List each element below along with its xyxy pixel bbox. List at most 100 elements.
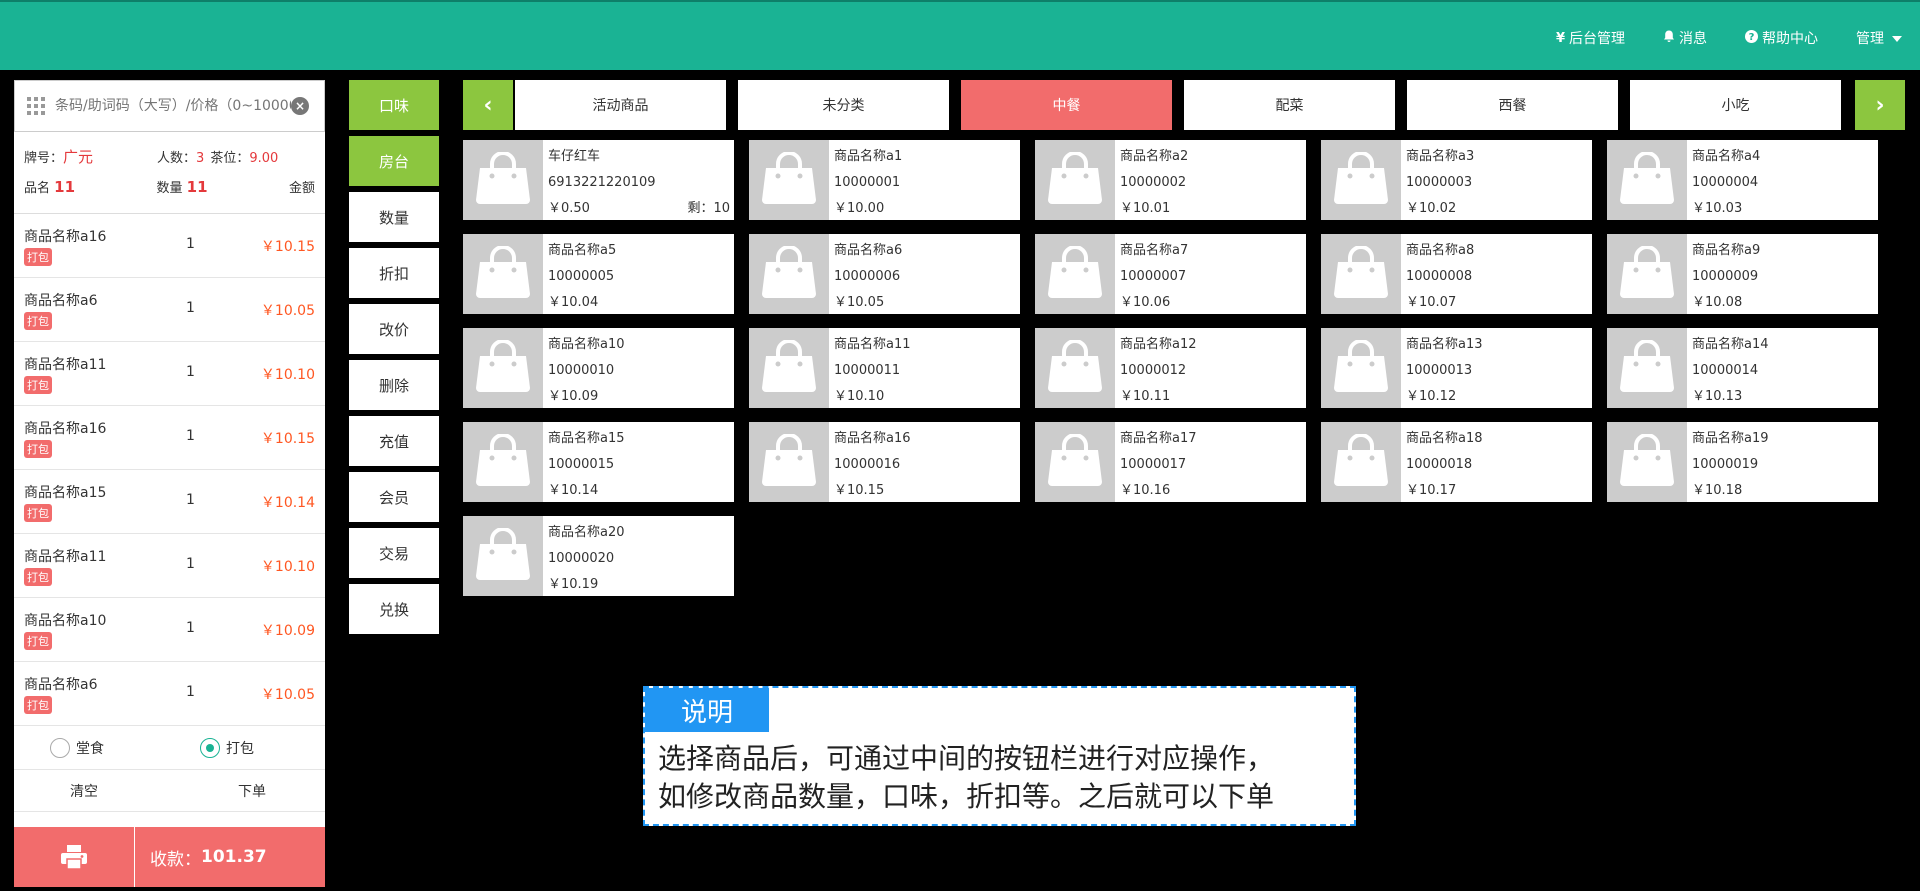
order-row[interactable]: 商品名称a6 打包 1 ￥10.05: [14, 278, 325, 342]
product-card[interactable]: 商品名称a4 10000004 ￥10.03: [1607, 140, 1878, 220]
clear-icon[interactable]: ×: [291, 97, 309, 115]
collect-payment-button[interactable]: 收款： 101.37: [135, 827, 325, 887]
product-card[interactable]: 商品名称a5 10000005 ￥10.04: [463, 234, 734, 314]
action-button[interactable]: 删除: [349, 360, 439, 410]
messages-link[interactable]: 消息: [1663, 28, 1707, 48]
clear-button[interactable]: 清空: [70, 781, 98, 801]
product-name: 商品名称a10: [548, 337, 625, 352]
product-info: 商品名称a12 10000012 ￥10.11: [1120, 332, 1302, 410]
category-tab[interactable]: 西餐: [1407, 80, 1618, 130]
order-row[interactable]: 商品名称a10 打包 1 ￥10.09: [14, 598, 325, 662]
product-price: ￥10.05: [834, 295, 885, 310]
action-button[interactable]: 口味: [349, 80, 439, 130]
product-price: ￥10.18: [1692, 483, 1743, 498]
product-name: 商品名称a15: [548, 431, 625, 446]
product-price: ￥10.10: [834, 389, 885, 404]
chevron-right-icon: ›: [1875, 92, 1885, 118]
qty-label: 数量: [156, 181, 183, 196]
order-row[interactable]: 商品名称a11 打包 1 ￥10.10: [14, 342, 325, 406]
order-row[interactable]: 商品名称a6 打包 1 ￥10.05: [14, 662, 325, 726]
product-thumbnail: [463, 516, 543, 596]
product-name: 商品名称a8: [1406, 243, 1475, 258]
action-button[interactable]: 交易: [349, 528, 439, 578]
radio-on-icon: [200, 737, 220, 758]
dine-in-radio[interactable]: 堂食: [50, 737, 104, 758]
product-card[interactable]: 商品名称a10 10000010 ￥10.09: [463, 328, 734, 408]
category-tab[interactable]: 配菜: [1184, 80, 1395, 130]
product-card[interactable]: 商品名称a6 10000006 ￥10.05: [749, 234, 1020, 314]
product-thumbnail: [1035, 422, 1115, 502]
product-code: 10000004: [1692, 175, 1759, 190]
product-card[interactable]: 商品名称a17 10000017 ￥10.16: [1035, 422, 1306, 502]
action-button[interactable]: 会员: [349, 472, 439, 522]
action-button[interactable]: 数量: [349, 192, 439, 242]
product-card[interactable]: 商品名称a2 10000002 ￥10.01: [1035, 140, 1306, 220]
action-button[interactable]: 充值: [349, 416, 439, 466]
product-info: 商品名称a8 10000008 ￥10.07: [1406, 238, 1588, 316]
shopping-bag-icon: [1332, 151, 1390, 208]
takeaway-radio[interactable]: 打包: [200, 737, 254, 758]
product-card[interactable]: 商品名称a13 10000013 ￥10.12: [1321, 328, 1592, 408]
order-row[interactable]: 商品名称a16 打包 1 ￥10.15: [14, 214, 325, 278]
order-list: 商品名称a16 打包 1 ￥10.15 商品名称a6 打包 1 ￥10.05 商品名称a11 打包…: [14, 214, 325, 726]
search-input[interactable]: [55, 98, 291, 114]
product-name: 车仔红车: [548, 149, 601, 164]
shopping-bag-icon: [474, 151, 532, 208]
product-card[interactable]: 车仔红车 6913221220109 ￥0.50 剩：10: [463, 140, 734, 220]
product-card[interactable]: 商品名称a1 10000001 ￥10.00: [749, 140, 1020, 220]
product-price: ￥10.07: [1406, 295, 1457, 310]
admin-dropdown[interactable]: 管理: [1856, 28, 1902, 48]
grid-icon[interactable]: [27, 97, 45, 115]
product-info: 商品名称a6 10000006 ￥10.05: [834, 238, 1016, 316]
product-code: 10000012: [1120, 363, 1187, 378]
product-info: 商品名称a7 10000007 ￥10.06: [1120, 238, 1302, 316]
product-card[interactable]: 商品名称a15 10000015 ￥10.14: [463, 422, 734, 502]
product-code: 6913221220109: [548, 175, 656, 190]
product-thumbnail: [1321, 234, 1401, 314]
product-card[interactable]: 商品名称a11 10000011 ￥10.10: [749, 328, 1020, 408]
order-row[interactable]: 商品名称a15 打包 1 ￥10.14: [14, 470, 325, 534]
action-button[interactable]: 兑换: [349, 584, 439, 634]
prev-category-button[interactable]: ‹: [463, 80, 513, 130]
product-card[interactable]: 商品名称a16 10000016 ￥10.15: [749, 422, 1020, 502]
note-title: 说明: [645, 688, 769, 732]
action-button[interactable]: 折扣: [349, 248, 439, 298]
next-category-button[interactable]: ›: [1855, 80, 1905, 130]
product-card[interactable]: 商品名称a18 10000018 ￥10.17: [1321, 422, 1592, 502]
order-row[interactable]: 商品名称a16 打包 1 ￥10.15: [14, 406, 325, 470]
product-card[interactable]: 商品名称a14 10000014 ￥10.13: [1607, 328, 1878, 408]
takeaway-tag: 打包: [24, 632, 52, 650]
category-tab[interactable]: 小吃: [1630, 80, 1841, 130]
category-tab[interactable]: 中餐: [961, 80, 1172, 130]
product-info: 商品名称a2 10000002 ￥10.01: [1120, 144, 1302, 222]
product-thumbnail: [749, 328, 829, 408]
product-card[interactable]: 商品名称a8 10000008 ￥10.07: [1321, 234, 1592, 314]
product-card[interactable]: 商品名称a20 10000020 ￥10.19: [463, 516, 734, 596]
shopping-bag-icon: [1046, 151, 1104, 208]
shopping-bag-icon: [1618, 245, 1676, 302]
order-row[interactable]: 商品名称a11 打包 1 ￥10.10: [14, 534, 325, 598]
product-thumbnail: [463, 328, 543, 408]
takeaway-tag: 打包: [24, 248, 52, 266]
action-button[interactable]: 房台: [349, 136, 439, 186]
category-tab[interactable]: 活动商品: [515, 80, 726, 130]
product-card[interactable]: 商品名称a12 10000012 ￥10.11: [1035, 328, 1306, 408]
product-name: 商品名称a3: [1406, 149, 1475, 164]
product-card[interactable]: 商品名称a19 10000019 ￥10.18: [1607, 422, 1878, 502]
print-button[interactable]: [14, 827, 135, 887]
action-button[interactable]: 改价: [349, 304, 439, 354]
product-card[interactable]: 商品名称a3 10000003 ￥10.02: [1321, 140, 1592, 220]
backend-link[interactable]: ¥ 后台管理: [1556, 28, 1625, 48]
category-tab[interactable]: 未分类: [738, 80, 949, 130]
pay-bar: 收款： 101.37: [14, 827, 325, 887]
order-actions: 清空 下单: [14, 770, 325, 812]
place-order-button[interactable]: 下单: [238, 781, 266, 801]
product-card[interactable]: 商品名称a9 10000009 ￥10.08: [1607, 234, 1878, 314]
seat-value: 9.00: [249, 151, 279, 166]
product-name: 商品名称a7: [1120, 243, 1189, 258]
help-link[interactable]: ? 帮助中心: [1745, 28, 1818, 48]
shopping-bag-icon: [474, 339, 532, 396]
product-info: 商品名称a20 10000020 ￥10.19: [548, 520, 730, 598]
note-line: 选择商品后，可通过中间的按钮栏进行对应操作，: [658, 742, 1275, 775]
product-card[interactable]: 商品名称a7 10000007 ￥10.06: [1035, 234, 1306, 314]
